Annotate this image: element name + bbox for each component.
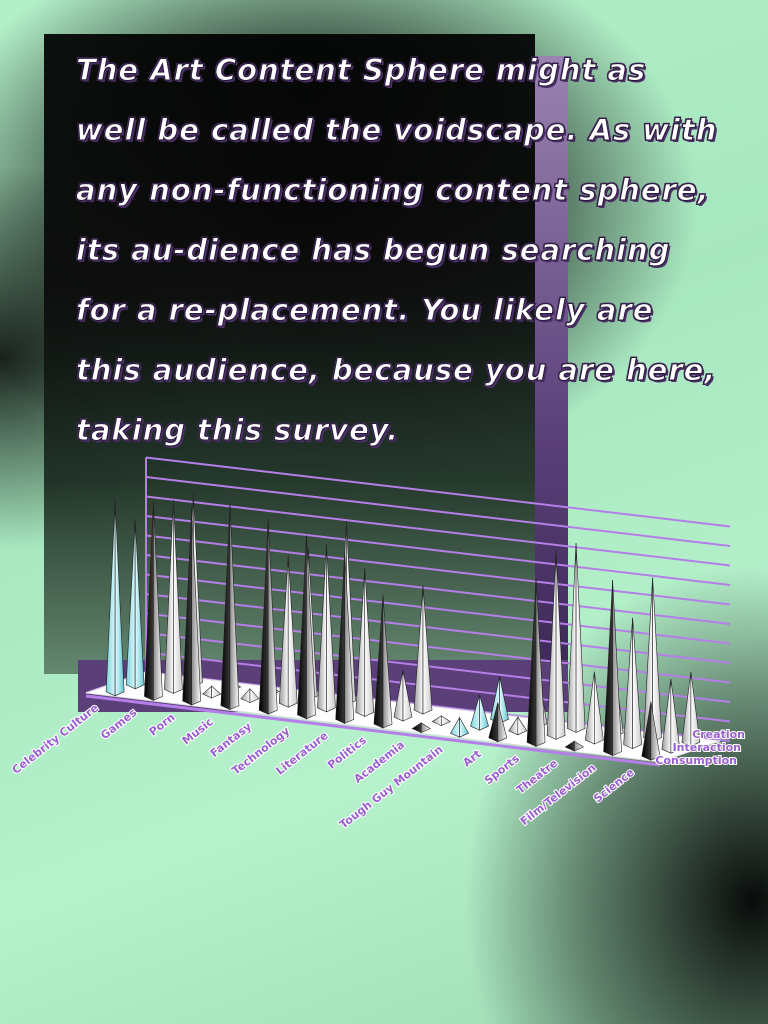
category-label: Celebrity Culture (10, 701, 101, 776)
cone-face-left (220, 502, 231, 711)
cone-face-left (317, 543, 327, 713)
series-label: Interaction (673, 741, 741, 754)
cone-face-right (402, 670, 413, 722)
category-label: Games (98, 706, 139, 742)
cone-face-left (373, 595, 384, 729)
cone-interaction-0 (125, 519, 145, 690)
cone-face-left (661, 678, 672, 754)
cone-face-right (134, 519, 145, 690)
cone-interaction-6 (355, 568, 375, 717)
category-label: Sports (482, 752, 522, 788)
cone-interaction-7 (393, 670, 413, 722)
cone-face-right (632, 617, 642, 750)
chart-cones (105, 493, 701, 761)
cone-consumption-11 (526, 578, 546, 747)
cone-face-left (566, 543, 577, 733)
cone-face-left (413, 585, 424, 715)
category-label: Film/Television (518, 761, 598, 828)
cone-face-right (229, 502, 240, 711)
cone-face-right (326, 543, 336, 713)
cone-face-right (594, 671, 604, 745)
cone-creation-11 (566, 543, 586, 733)
cone-face-left (182, 507, 192, 706)
cone-face-left (393, 670, 404, 722)
category-label: Porn (147, 711, 178, 739)
cone-face-right (364, 568, 375, 717)
cone-face-left (585, 671, 595, 745)
cone-face-right (575, 543, 586, 733)
cone-face-left (297, 535, 307, 720)
cone-face-right (267, 519, 278, 715)
category-label: Music (180, 715, 216, 747)
cone-face-left (623, 617, 633, 750)
gridline (145, 476, 731, 547)
cone-face-right (173, 500, 183, 694)
cone-interaction-11 (546, 550, 566, 740)
category-label: Art (461, 747, 484, 769)
cone-creation-7 (413, 585, 433, 715)
cone-interaction-5 (317, 543, 336, 713)
series-label: Consumption (655, 754, 737, 767)
cone-face-right (306, 535, 316, 720)
series-label: Creation (692, 728, 745, 741)
cone-face-right (612, 579, 622, 757)
cone-consumption-3 (220, 502, 240, 711)
cone-face-right (114, 500, 125, 697)
cone-face-right (652, 577, 662, 743)
cone-consumption-1 (144, 501, 163, 701)
cone-face-right (535, 578, 546, 747)
cone-face-right (422, 585, 433, 715)
cone-face-left (125, 519, 136, 690)
cone-face-left (355, 568, 366, 717)
gridline (145, 515, 731, 586)
cone-face-left (526, 578, 537, 747)
gridline (145, 495, 731, 567)
gridline (145, 456, 731, 528)
cone-consumption-0 (105, 500, 125, 697)
cone-face-left (681, 671, 692, 747)
cone-face-right (555, 550, 566, 740)
cone-face-left (278, 554, 289, 708)
cone-face-right (191, 507, 201, 706)
cone-interaction-13 (623, 617, 642, 750)
cone-chart: Celebrity CultureGames Porn MusicFantasyTe… (9, 456, 746, 832)
cone-face-left (105, 500, 116, 697)
cone-face-left (546, 550, 557, 740)
cone-interaction-12 (585, 671, 604, 745)
cone-face-right (153, 501, 163, 701)
